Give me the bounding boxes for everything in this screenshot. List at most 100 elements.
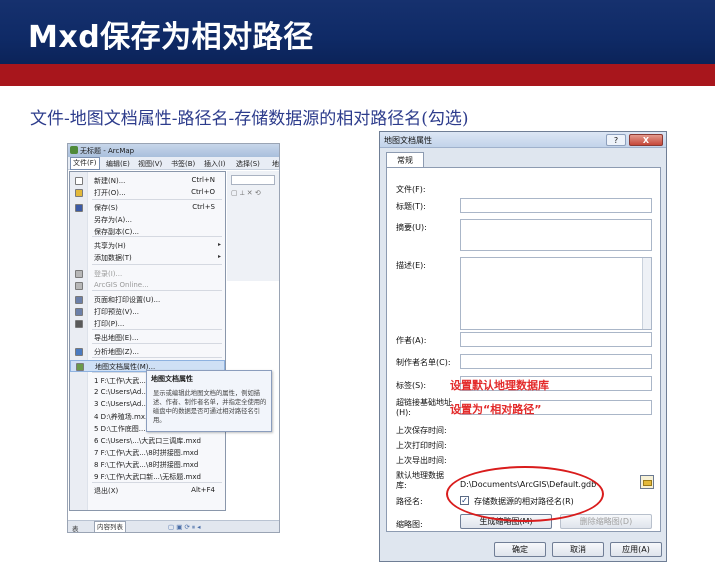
label-last-saved: 上次保存时间:	[396, 426, 447, 435]
menu-bookmarks[interactable]: 书签(B)	[171, 159, 195, 169]
menu-item-shortcut: Ctrl+N	[191, 176, 215, 184]
delete-thumbnail-button[interactable]: 删除缩略图(D)	[560, 514, 652, 529]
tab-table[interactable]: 表	[72, 523, 79, 532]
menu-item-label: 保存(S)	[94, 204, 118, 212]
globe-icon	[75, 282, 83, 290]
arcmap-statusbar: 表 内容列表 ▢ ▣ ⟳ ⏸ ◂	[68, 520, 279, 532]
menu-item[interactable]: 打开(O)... Ctrl+O	[70, 187, 225, 199]
cancel-button[interactable]: 取消	[552, 542, 604, 557]
label-file: 文件(F):	[396, 185, 426, 194]
analyze-icon	[75, 348, 83, 356]
menu-item-label: 共享为(H)	[94, 242, 126, 250]
dialog-title: 地图文档属性	[384, 136, 432, 145]
label-thumbnail: 缩略图:	[396, 520, 423, 529]
summary-input[interactable]	[460, 219, 652, 251]
toolbar-icons[interactable]: ▢ ⟂ ✕ ⟲	[231, 189, 277, 197]
credits-input[interactable]	[460, 354, 652, 369]
menu-insert[interactable]: 插入(I)	[204, 159, 226, 169]
menu-edit[interactable]: 编辑(E)	[106, 159, 130, 169]
tooltip-title: 地图文档属性	[151, 375, 193, 383]
menu-item[interactable]: 保存副本(C)...	[70, 226, 225, 238]
menu-item-label: 页面和打印设置(U)...	[94, 296, 161, 304]
menu-item[interactable]: 新建(N)... Ctrl+N	[70, 175, 225, 187]
submenu-arrow-icon: ▸	[217, 253, 221, 260]
menu-item-label: 打印(P)...	[94, 320, 125, 328]
menu-item-label: 4 D:\养殖场.mx...	[94, 413, 152, 421]
menu-item[interactable]: 退出(X) Alt+F4	[70, 485, 225, 497]
menu-selection[interactable]: 选择(S)	[236, 159, 260, 169]
page-setup-icon	[75, 296, 83, 304]
menu-item[interactable]: 页面和打印设置(U)...	[70, 294, 225, 306]
menu-item-label: 7 F:\工作\大武...\8时拼接图.mxd	[94, 449, 199, 457]
menu-more[interactable]: 地	[272, 159, 279, 169]
menu-item-shortcut: Ctrl+S	[192, 203, 215, 211]
label-title: 标题(T):	[396, 202, 426, 211]
folder-icon[interactable]	[640, 475, 654, 489]
menu-item-label: 1 F:\工作\大武...	[94, 377, 146, 385]
menu-item-label: 8 F:\工作\大武...\8时拼接图.mxd	[94, 461, 199, 469]
tooltip-body: 显示或编辑此地图文档的属性，例如描述、作者、制作者名单，并指定全使用的磁盘中的数…	[153, 390, 267, 424]
label-description: 描述(E):	[396, 261, 426, 270]
save-icon	[75, 204, 83, 212]
menu-item[interactable]: 共享为(H) ▸	[70, 240, 225, 252]
slide-title: Mxd保存为相对路径	[28, 20, 314, 55]
help-button[interactable]: ?	[606, 134, 626, 146]
menu-item[interactable]: 添加数据(T) ▸	[70, 252, 225, 264]
menu-item-label: 分析地图(Z)...	[94, 348, 139, 356]
red-band	[0, 64, 715, 86]
menu-file[interactable]: 文件(F)	[70, 157, 100, 170]
label-author: 作者(A):	[396, 336, 427, 345]
menu-item-shortcut: Alt+F4	[191, 486, 215, 494]
description-input[interactable]	[460, 257, 652, 330]
login-icon	[75, 270, 83, 278]
arcmap-app-icon	[70, 146, 78, 154]
menu-item[interactable]: 登录(I)...	[70, 268, 225, 280]
menu-item-label: 导出地图(E)...	[94, 334, 139, 342]
menu-item-label: 另存为(A)...	[94, 216, 132, 224]
menu-item-label: 退出(X)	[94, 487, 119, 495]
menu-item[interactable]: 7 F:\工作\大武...\8时拼接图.mxd	[70, 447, 225, 459]
menu-view[interactable]: 视图(V)	[138, 159, 162, 169]
menu-item[interactable]: 分析地图(Z)...	[70, 346, 225, 358]
menu-separator	[92, 199, 222, 200]
tags-annotation: 设置默认地理数据库	[450, 379, 549, 392]
file-menu-dropdown: 新建(N)... Ctrl+N 打开(O)... Ctrl+O 保存(S) Ctrl+S 另…	[69, 171, 226, 511]
highlight-ellipse	[446, 466, 604, 522]
menu-item-shortcut: Ctrl+O	[191, 188, 215, 196]
menu-separator	[92, 264, 222, 265]
arcmap-menubar: 文件(F) 编辑(E) 视图(V) 书签(B) 插入(I) 选择(S) 地	[68, 157, 279, 170]
menu-item[interactable]: 6 C:\Users\...\大武口三调库.mxd	[70, 435, 225, 447]
menu-item[interactable]: 另存为(A)...	[70, 214, 225, 226]
arcmap-window: 无标题 - ArcMap 文件(F) 编辑(E) 视图(V) 书签(B) 插入(…	[67, 143, 280, 533]
ok-button[interactable]: 确定	[494, 542, 546, 557]
hyperlink-annotation: 设置为“相对路径”	[450, 403, 542, 416]
menu-item-label: 9 F:\工作\大武口新...\无标题.mxd	[94, 473, 201, 481]
label-last-exported: 上次导出时间:	[396, 456, 447, 465]
menu-item[interactable]: 打印(P)...	[70, 318, 225, 330]
menu-item[interactable]: 9 F:\工作\大武口新...\无标题.mxd	[70, 471, 225, 483]
tab-toc[interactable]: 内容列表	[94, 521, 126, 532]
menu-item-label: 5 D:\工作底图...	[94, 425, 146, 433]
menu-item-label: 保存副本(C)...	[94, 228, 140, 236]
label-tags: 标签(S):	[396, 381, 427, 390]
submenu-arrow-icon: ▸	[217, 241, 221, 248]
close-button[interactable]: X	[629, 134, 663, 146]
apply-button[interactable]: 应用(A)	[610, 542, 662, 557]
status-icons[interactable]: ▢ ▣ ⟳ ⏸ ◂	[168, 523, 201, 532]
label-summary: 摘要(U):	[396, 223, 427, 232]
menu-item[interactable]: 保存(S) Ctrl+S	[70, 202, 225, 214]
menu-item-label: 2 C:\Users\Ad...	[94, 388, 149, 396]
label-credits: 制作者名单(C):	[396, 358, 451, 367]
tab-general[interactable]: 常规	[386, 152, 424, 168]
author-input[interactable]	[460, 332, 652, 347]
new-doc-icon	[75, 177, 83, 185]
menu-item[interactable]: 8 F:\工作\大武...\8时拼接图.mxd	[70, 459, 225, 471]
menu-item[interactable]: 打印预览(V)...	[70, 306, 225, 318]
menu-item-label: 6 C:\Users\...\大武口三调库.mxd	[94, 437, 201, 445]
label-hyperlink: 超链接基础地址(H):	[396, 398, 452, 417]
menu-item[interactable]: ArcGIS Online...	[70, 280, 225, 292]
title-input[interactable]	[460, 198, 652, 213]
menu-item-label: 3 C:\Users\Ad...	[94, 400, 149, 408]
menu-item-label: 添加数据(T)	[94, 254, 132, 262]
menu-item[interactable]: 导出地图(E)...	[70, 332, 225, 344]
